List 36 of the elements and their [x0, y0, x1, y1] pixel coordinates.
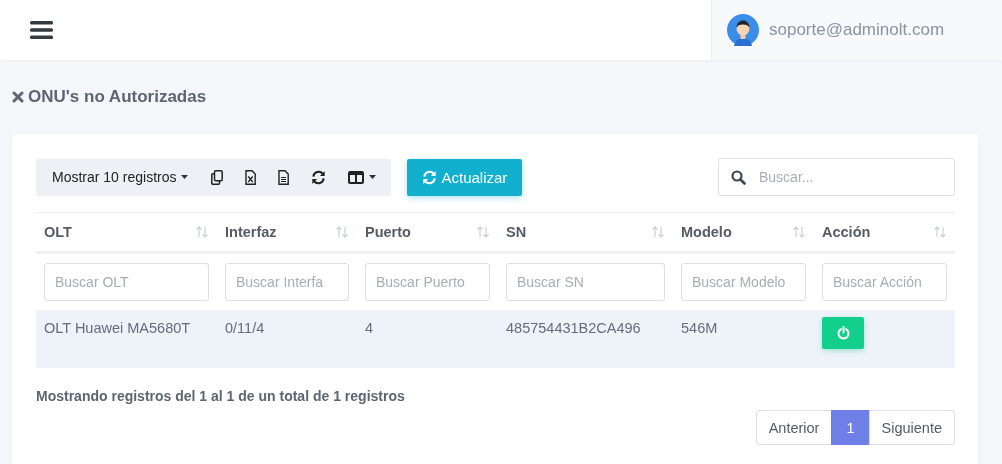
table-cell: 0/11/4	[225, 320, 265, 336]
search-icon	[731, 170, 746, 185]
spreadsheet-file-icon	[245, 169, 257, 185]
column-header[interactable]: Puerto	[365, 224, 411, 240]
column-header[interactable]: OLT	[44, 224, 72, 240]
table-info: Mostrando registros del 1 al 1 de un total de 1 registros	[36, 388, 406, 404]
copy-icon	[211, 169, 224, 185]
search-field[interactable]: Buscar...	[718, 158, 955, 196]
close-icon[interactable]	[12, 91, 24, 103]
column-filter-field[interactable]: Buscar Acción	[822, 263, 947, 301]
column-filter-field[interactable]: Buscar Puerto	[365, 263, 490, 301]
refresh-icon	[422, 169, 438, 185]
avatar-icon[interactable]	[727, 14, 759, 46]
caret-icon	[369, 175, 377, 179]
column-filter-field[interactable]: Buscar Interfa	[225, 263, 349, 301]
document-icon	[278, 169, 290, 185]
refresh-icon	[311, 169, 327, 185]
column-filter-field[interactable]: Buscar OLT	[44, 263, 209, 301]
pagination-button[interactable]: Anterior	[755, 410, 833, 445]
column-header[interactable]: SN	[506, 224, 527, 240]
caret-icon	[181, 175, 189, 179]
table-cell: OLT Huawei MA5680T	[44, 320, 191, 336]
table-cell: 485754431B2CA496	[506, 320, 641, 336]
column-header[interactable]: Acción	[822, 224, 871, 240]
pagination-button[interactable]: Siguiente	[868, 410, 955, 445]
pagination-button[interactable]: 1	[831, 410, 870, 445]
page-title: ONU's no Autorizadas	[28, 87, 207, 107]
column-header[interactable]: Interfaz	[225, 224, 277, 240]
columns-icon	[348, 170, 365, 184]
column-filter-field[interactable]: Buscar SN	[506, 263, 665, 301]
table-cell: 546M	[681, 320, 718, 336]
power-icon	[836, 326, 850, 340]
column-filter-field[interactable]: Buscar Modelo	[681, 263, 806, 301]
table-cell: 4	[365, 320, 374, 336]
menu-icon[interactable]	[30, 20, 53, 40]
column-header[interactable]: Modelo	[681, 224, 732, 240]
